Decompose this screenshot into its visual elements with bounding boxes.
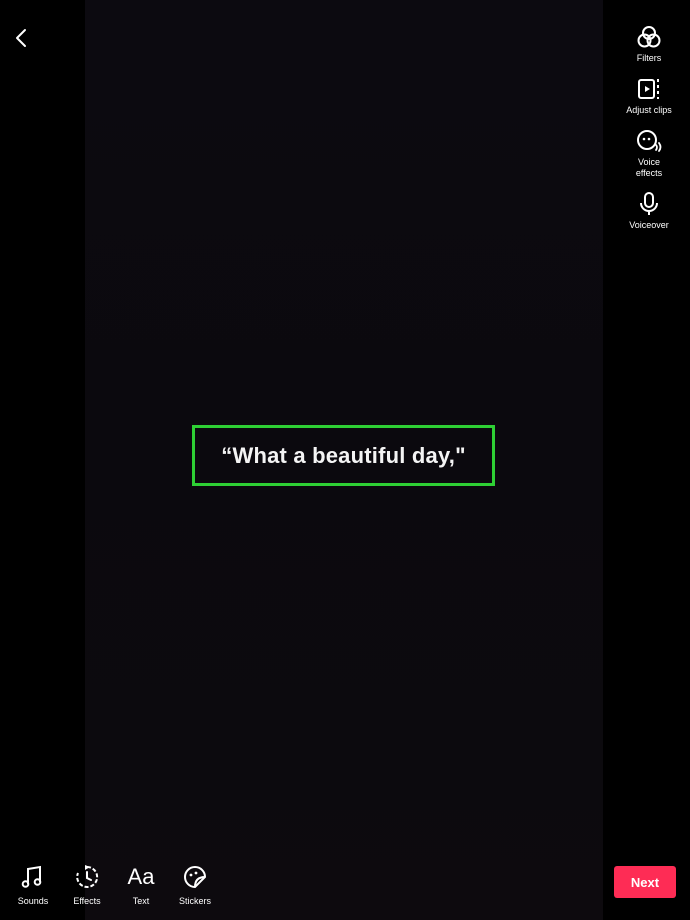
sidebar-label-line2: effects	[635, 168, 663, 178]
microphone-icon	[640, 192, 658, 215]
music-note-icon	[21, 865, 42, 888]
sticker-icon	[184, 866, 207, 889]
toolbar-label: Text	[132, 896, 150, 906]
text-icon: Aa	[127, 864, 155, 889]
bottom-toolbar: Sounds Effects Aa Text Stickers	[6, 864, 222, 906]
sidebar-item-voice-effects[interactable]: Voice effects	[608, 128, 690, 179]
sidebar-label: Adjust clips	[626, 105, 672, 115]
toolbar-label: Stickers	[178, 896, 211, 906]
chevron-left-icon	[16, 29, 26, 47]
toolbar-item-effects[interactable]: Effects	[60, 864, 114, 906]
sidebar-item-voiceover[interactable]: Voiceover	[608, 191, 690, 231]
toolbar-item-sounds[interactable]: Sounds	[6, 864, 60, 906]
toolbar-item-text[interactable]: Aa Text	[114, 864, 168, 906]
sidebar: Filters Adjust clips Voice effects Voice…	[608, 24, 690, 243]
caption-text-box[interactable]: “What a beautiful day,"	[192, 425, 495, 486]
voice-effects-icon	[637, 130, 662, 152]
sidebar-item-filters[interactable]: Filters	[608, 24, 690, 64]
toolbar-label: Effects	[73, 896, 101, 906]
adjust-clips-icon	[638, 79, 659, 99]
next-button[interactable]: Next	[614, 866, 676, 898]
sidebar-label: Filters	[636, 53, 662, 63]
sidebar-label: Voice effects	[636, 157, 662, 179]
caption-text: “What a beautiful day,"	[221, 442, 466, 468]
sidebar-label: Voiceover	[629, 220, 669, 230]
effects-timer-icon	[76, 865, 99, 888]
sidebar-item-adjust-clips[interactable]: Adjust clips	[608, 76, 690, 116]
filters-icon	[637, 26, 661, 48]
toolbar-label: Sounds	[17, 896, 49, 906]
back-button[interactable]	[8, 24, 34, 52]
sidebar-label-line1: Voice	[637, 157, 660, 167]
toolbar-item-stickers[interactable]: Stickers	[168, 864, 222, 906]
